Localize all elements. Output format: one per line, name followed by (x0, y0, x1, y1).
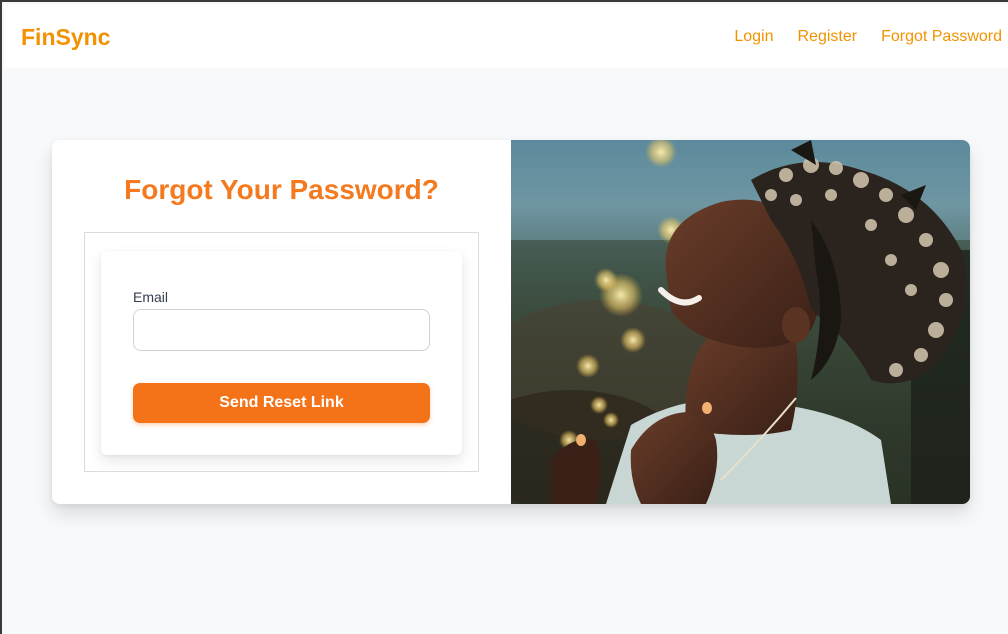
hero-photo (511, 140, 970, 504)
form-container: Email Send Reset Link (84, 232, 479, 472)
nav-link-forgot-password[interactable]: Forgot Password (881, 28, 1002, 46)
send-reset-link-button[interactable]: Send Reset Link (133, 383, 430, 423)
nav-link-register[interactable]: Register (797, 28, 857, 46)
forgot-password-card: Forgot Your Password? Email Send Reset L… (52, 140, 970, 504)
hero-photo-illustration (511, 140, 970, 504)
email-label: Email (133, 289, 169, 305)
form-panel: Forgot Your Password? Email Send Reset L… (52, 140, 511, 504)
nav-link-login[interactable]: Login (734, 28, 773, 46)
top-navbar: FinSync Login Register Forgot Password (4, 4, 1008, 68)
form-card: Email Send Reset Link (101, 251, 462, 455)
brand-logo[interactable]: FinSync (21, 24, 110, 51)
page-title: Forgot Your Password? (124, 174, 439, 205)
nav-links: Login Register Forgot Password (710, 28, 1002, 46)
browser-viewport: FinSync Login Register Forgot Password F… (0, 0, 1008, 634)
email-field[interactable] (133, 309, 430, 351)
